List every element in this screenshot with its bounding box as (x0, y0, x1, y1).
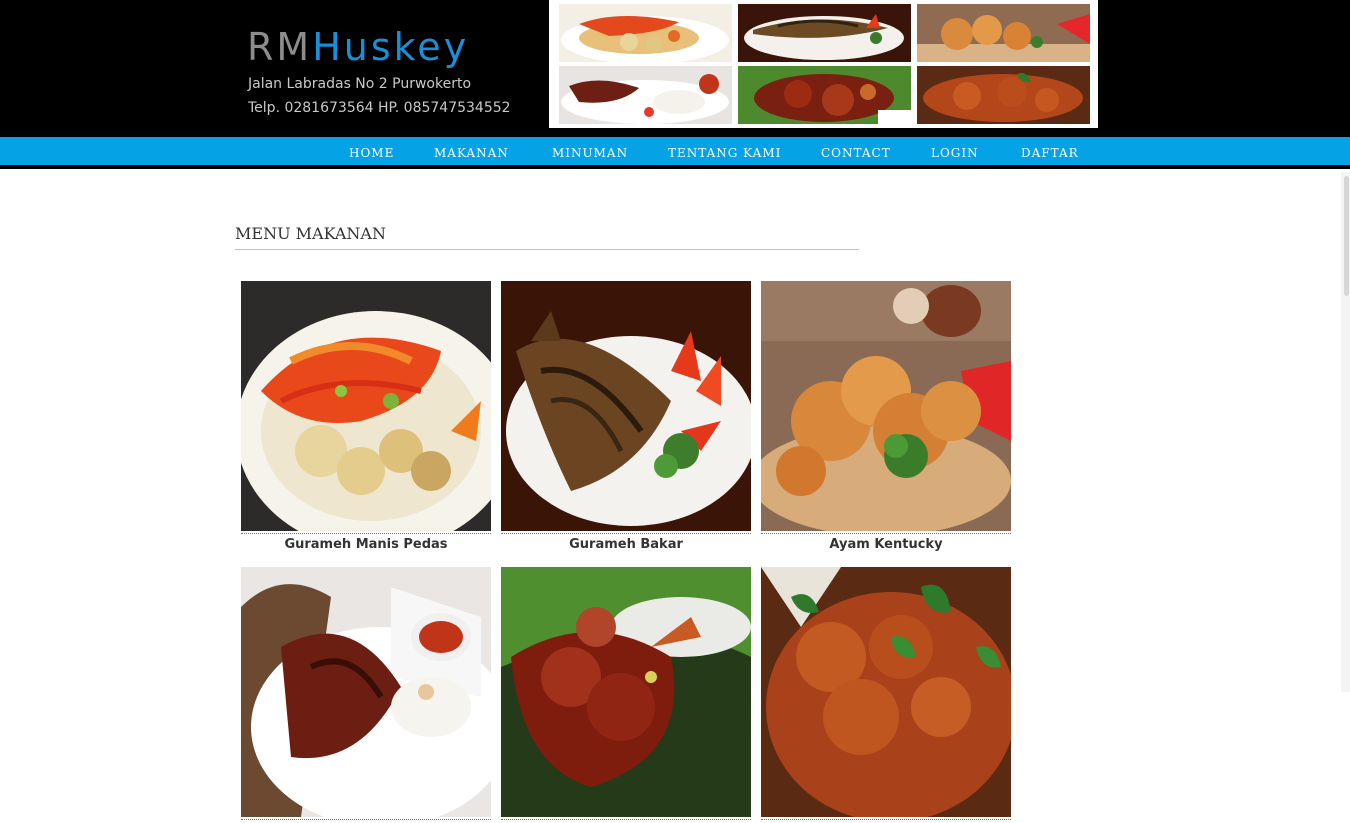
menu-card[interactable]: Ayam Kentucky (761, 281, 1011, 552)
menu-photo[interactable] (241, 567, 491, 817)
nav-minuman[interactable]: MINUMAN (552, 137, 628, 169)
banner-image-ayam-bakar (559, 66, 732, 124)
header-banner (549, 0, 1098, 128)
caption-divider (761, 533, 1011, 534)
nav-daftar[interactable]: DAFTAR (1021, 137, 1079, 169)
nav-makanan[interactable]: MAKANAN (434, 137, 509, 169)
nav-contact[interactable]: CONTACT (821, 137, 891, 169)
nav-login[interactable]: LOGIN (931, 137, 979, 169)
nav-home[interactable]: HOME (349, 137, 394, 169)
caption-divider (241, 533, 491, 534)
address-text: Jalan Labradas No 2 Purwokerto (248, 76, 472, 92)
menu-name[interactable]: Ayam Kentucky (761, 537, 1011, 552)
site-header: RMHuskey Jalan Labradas No 2 Purwokerto … (0, 0, 1350, 137)
main-nav: HOME MAKANAN MINUMAN TENTANG KAMI CONTAC… (0, 137, 1350, 169)
logo-text-rm: RM (247, 25, 313, 69)
section-title: MENU MAKANAN (235, 224, 386, 243)
logo-text-huskey: Huskey (312, 25, 470, 69)
menu-card[interactable] (501, 567, 751, 823)
caption-divider (241, 819, 491, 820)
banner-image-rendang (917, 66, 1090, 124)
menu-card[interactable] (241, 567, 491, 823)
section-divider (235, 249, 859, 250)
banner-image-ayam-bakar-pedas (738, 66, 911, 124)
menu-name[interactable]: Gurameh Manis Pedas (241, 537, 491, 552)
menu-card[interactable] (761, 567, 1011, 823)
menu-photo[interactable] (761, 567, 1011, 817)
scrollbar-thumb[interactable] (1344, 176, 1349, 296)
nav-tentang-kami[interactable]: TENTANG KAMI (668, 137, 781, 169)
menu-card[interactable]: Gurameh Manis Pedas (241, 281, 491, 552)
banner-image-gurameh-manis (559, 4, 732, 62)
banner-image-ayam-kentucky (917, 4, 1090, 62)
menu-card[interactable]: Gurameh Bakar (501, 281, 751, 552)
banner-image-gurameh-bakar (738, 4, 911, 62)
caption-divider (761, 819, 1011, 820)
menu-photo[interactable] (241, 281, 491, 531)
menu-name[interactable]: Gurameh Bakar (501, 537, 751, 552)
menu-photo[interactable] (501, 281, 751, 531)
caption-divider (501, 533, 751, 534)
site-logo[interactable]: RMHuskey (247, 24, 469, 70)
menu-photo[interactable] (761, 281, 1011, 531)
caption-divider (501, 819, 751, 820)
menu-photo[interactable] (501, 567, 751, 817)
phone-text: Telp. 0281673564 HP. 085747534552 (248, 100, 511, 116)
